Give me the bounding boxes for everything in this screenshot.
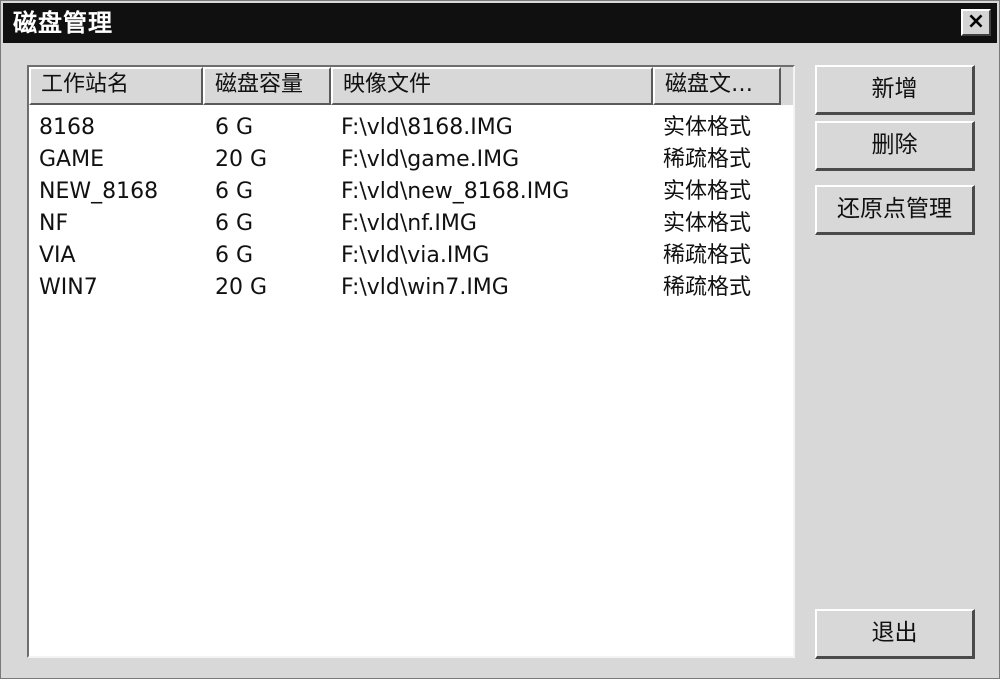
cell-image-file: F:\vld\game.IMG bbox=[341, 147, 520, 172]
cell-workstation-name: VIA bbox=[39, 243, 76, 268]
cell-workstation-name: GAME bbox=[39, 147, 104, 172]
exit-button[interactable]: 退出 bbox=[815, 609, 975, 659]
cell-disk-format: 稀疏格式 bbox=[663, 147, 752, 172]
cell-image-file: F:\vld\new_8168.IMG bbox=[341, 179, 570, 204]
window-title: 磁盘管理 bbox=[13, 9, 113, 37]
column-header-image-file[interactable]: 映像文件 bbox=[331, 67, 653, 105]
column-header-disk-capacity[interactable]: 磁盘容量 bbox=[203, 67, 331, 105]
list-rows: 8168 6 G F:\vld\8168.IMG 实体格式 GAME 20 G … bbox=[29, 113, 793, 305]
column-header-disk-format[interactable]: 磁盘文… bbox=[653, 67, 781, 105]
cell-workstation-name: 8168 bbox=[39, 115, 95, 140]
cell-disk-format: 实体格式 bbox=[663, 211, 752, 236]
close-icon[interactable]: × bbox=[961, 9, 991, 36]
table-row[interactable]: 8168 6 G F:\vld\8168.IMG 实体格式 bbox=[29, 113, 793, 145]
disk-management-window: 磁盘管理 × 工作站名 磁盘容量 映像文件 磁盘文… 8168 6 G F:\v… bbox=[0, 0, 1000, 679]
cell-workstation-name: NF bbox=[39, 211, 69, 236]
table-row[interactable]: NF 6 G F:\vld\nf.IMG 实体格式 bbox=[29, 209, 793, 241]
column-header-workstation-name[interactable]: 工作站名 bbox=[29, 67, 203, 105]
table-row[interactable]: WIN7 20 G F:\vld\win7.IMG 稀疏格式 bbox=[29, 273, 793, 305]
cell-image-file: F:\vld\nf.IMG bbox=[341, 211, 477, 236]
cell-image-file: F:\vld\via.IMG bbox=[341, 243, 490, 268]
cell-disk-format: 实体格式 bbox=[663, 115, 752, 140]
list-header: 工作站名 磁盘容量 映像文件 磁盘文… bbox=[29, 67, 793, 105]
cell-disk-capacity: 6 G bbox=[215, 243, 254, 268]
restore-point-management-button[interactable]: 还原点管理 bbox=[815, 185, 975, 235]
cell-image-file: F:\vld\win7.IMG bbox=[341, 275, 509, 300]
cell-image-file: F:\vld\8168.IMG bbox=[341, 115, 513, 140]
disk-list[interactable]: 工作站名 磁盘容量 映像文件 磁盘文… 8168 6 G F:\vld\8168… bbox=[27, 65, 795, 658]
table-row[interactable]: NEW_8168 6 G F:\vld\new_8168.IMG 实体格式 bbox=[29, 177, 793, 209]
cell-disk-capacity: 6 G bbox=[215, 211, 254, 236]
table-row[interactable]: GAME 20 G F:\vld\game.IMG 稀疏格式 bbox=[29, 145, 793, 177]
cell-disk-capacity: 6 G bbox=[215, 115, 254, 140]
delete-button[interactable]: 删除 bbox=[815, 121, 975, 171]
cell-disk-format: 稀疏格式 bbox=[663, 275, 752, 300]
cell-disk-format: 实体格式 bbox=[663, 179, 752, 204]
title-bar[interactable]: 磁盘管理 × bbox=[3, 3, 997, 43]
table-row[interactable]: VIA 6 G F:\vld\via.IMG 稀疏格式 bbox=[29, 241, 793, 273]
cell-disk-format: 稀疏格式 bbox=[663, 243, 752, 268]
cell-disk-capacity: 6 G bbox=[215, 179, 254, 204]
add-button[interactable]: 新增 bbox=[815, 65, 975, 115]
cell-workstation-name: NEW_8168 bbox=[39, 179, 159, 204]
cell-disk-capacity: 20 G bbox=[215, 147, 268, 172]
cell-disk-capacity: 20 G bbox=[215, 275, 268, 300]
cell-workstation-name: WIN7 bbox=[39, 275, 98, 300]
